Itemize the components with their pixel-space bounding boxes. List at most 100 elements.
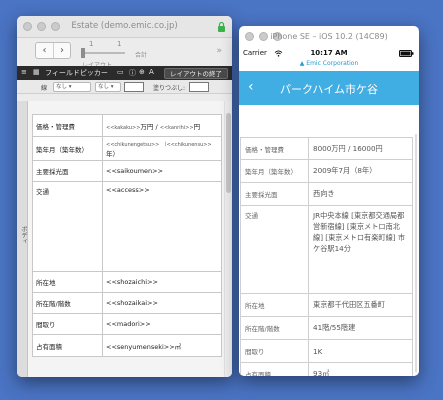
grid-icon[interactable]: ▦ — [33, 68, 40, 76]
field-picker-button[interactable]: フィールドピッカー — [45, 68, 108, 78]
field-label[interactable]: 価格・管理費 — [32, 114, 103, 137]
field-text: 円 — [193, 122, 201, 131]
scroll-indicator — [415, 134, 417, 372]
record-slider[interactable] — [81, 52, 125, 54]
line-style-select[interactable]: なし ▾ — [53, 82, 91, 92]
align-icon[interactable]: ≡ — [21, 68, 27, 76]
field-text: ㎡ — [174, 342, 182, 351]
field-value[interactable]: <<saikoumen>> — [102, 160, 222, 182]
field-value[interactable]: <<kakaku>>万円 / <<kanrihi>>円 — [102, 114, 222, 137]
kanrihi-field[interactable]: <<kanrihi>> — [160, 125, 194, 131]
table-row: 所在階/階数 <<shozaikai>> — [32, 292, 222, 314]
kakaku-field[interactable]: <<kakaku>> — [106, 125, 140, 131]
body-part-label: ボディ — [20, 226, 27, 244]
format-painter-icon[interactable]: ⊕ — [139, 68, 145, 76]
line-color-swatch[interactable] — [124, 82, 144, 92]
row-label: 築年月（築年数） — [240, 159, 309, 183]
app-subtitle: ▲ Emic Corporation — [239, 60, 419, 71]
line-width-select[interactable]: なし ▾ — [95, 82, 121, 92]
inspector-icon[interactable]: ⓘ — [129, 68, 136, 78]
field-label[interactable]: 交通 — [32, 181, 103, 272]
row-value: 西向き — [308, 182, 413, 206]
row-label: 占有面積 — [240, 362, 309, 376]
fill-label: 塗りつぶし: — [153, 85, 186, 92]
layout-window: Estate (demo.emic.co.jp) ‹ › 1 1 合計 レイアウ… — [17, 16, 232, 377]
field-value[interactable]: <<access>> — [102, 181, 222, 272]
header-title: パークハイム市ケ谷 — [279, 83, 378, 96]
layout-canvas: ボディ 価格・管理費 <<kakaku>>万円 / <<kanrihi>>円 築… — [17, 101, 232, 377]
record-number[interactable]: 1 — [89, 40, 93, 48]
row-value: 東京都千代田区五番町 — [308, 293, 413, 317]
table-row: 主要採光面 <<saikoumen>> — [32, 160, 222, 182]
record-slider-thumb[interactable] — [81, 48, 85, 58]
table-row: 占有面積 <<senyumenseki>>㎡ — [32, 334, 222, 357]
total-label: 合計 — [135, 52, 148, 59]
field-label[interactable]: 占有面積 — [32, 334, 103, 357]
row-label: 所在地 — [240, 293, 309, 317]
record-total: 1 — [117, 40, 122, 48]
field-label[interactable]: 所在地 — [32, 271, 103, 293]
table-row: 交通 <<access>> — [32, 181, 222, 272]
row-value: 1K — [308, 339, 413, 363]
chikunengetsu-field[interactable]: <<chikunengetsu>> — [106, 142, 159, 148]
title-bar: Estate (demo.emic.co.jp) — [17, 16, 232, 38]
field-value[interactable]: <<madori>> — [102, 313, 222, 335]
table-row: 価格・管理費 8000万円 / 16000円 — [240, 137, 413, 160]
table-row: 築年月（築年数） 2009年7月（8年） — [240, 159, 413, 183]
fill-color-swatch[interactable] — [189, 82, 209, 92]
row-label: 主要採光面 — [240, 182, 309, 206]
simulator-title: iPhone SE – iOS 10.2 (14C89) — [270, 32, 388, 41]
table-row: 間取り <<madori>> — [32, 313, 222, 335]
record-nav-buttons: ‹ › — [35, 42, 71, 59]
body-part-tab[interactable]: ボディ — [17, 101, 28, 377]
table-row: 間取り 1K — [240, 339, 413, 363]
text-format-icon[interactable]: A — [149, 68, 154, 76]
next-record-button[interactable]: › — [53, 43, 70, 58]
row-label: 間取り — [240, 339, 309, 363]
lock-icon: ▲ — [299, 60, 305, 67]
table-row: 交通 JR中央本線 [東京都交通局都営新宿線] [東京メトロ南北線] [東京メト… — [240, 205, 413, 294]
senyumenseki-field[interactable]: <<senyumenseki>> — [106, 343, 175, 351]
table-row: 占有面積 93㎡ — [240, 362, 413, 376]
company-name: Emic Corporation — [306, 60, 359, 67]
field-label[interactable]: 間取り — [32, 313, 103, 335]
row-value: JR中央本線 [東京都交通局都営新宿線] [東京メトロ南北線] [東京メトロ有楽… — [308, 205, 413, 294]
scrollbar-thumb[interactable] — [226, 113, 231, 193]
vertical-scrollbar[interactable] — [224, 101, 232, 377]
line-label: 線 — [41, 85, 48, 92]
record-navigation: ‹ › 1 1 合計 レイアウト » — [17, 38, 232, 69]
detail-table: 価格・管理費 8000万円 / 16000円 築年月（築年数） 2009年7月（… — [240, 137, 413, 376]
field-label[interactable]: 所在階/階数 — [32, 292, 103, 314]
field-value[interactable]: <<shozaichi>> — [102, 271, 222, 293]
field-value[interactable]: <<senyumenseki>>㎡ — [102, 334, 222, 357]
row-value: 41階/55階建 — [308, 316, 413, 340]
exit-layout-button[interactable]: レイアウトの終了 — [164, 67, 228, 79]
theme-icon[interactable]: ▭ — [117, 68, 124, 76]
row-label: 所在階/階数 — [240, 316, 309, 340]
clock: 10:17 AM — [310, 49, 348, 57]
nav-header: ‹ パークハイム市ケ谷 — [239, 71, 419, 105]
field-label[interactable]: 築年月（築年数） — [32, 136, 103, 161]
row-value: 93㎡ — [308, 362, 413, 376]
field-text: 万円 / — [140, 122, 160, 131]
table-row: 主要採光面 西向き — [240, 182, 413, 206]
lock-icon — [218, 21, 225, 32]
field-value[interactable]: <<chikunengetsu>> （<<chikunensu>> 年） — [102, 136, 222, 161]
row-label: 交通 — [240, 205, 309, 294]
row-label: 価格・管理費 — [240, 137, 309, 160]
field-label[interactable]: 主要採光面 — [32, 160, 103, 182]
layout-field-table: 価格・管理費 <<kakaku>>万円 / <<kanrihi>>円 築年月（築… — [32, 114, 222, 357]
previous-record-button[interactable]: ‹ — [36, 43, 53, 58]
row-value: 2009年7月（8年） — [308, 159, 413, 183]
chikunensu-field[interactable]: （<<chikunensu>> — [161, 142, 211, 148]
chevron-more-icon[interactable]: » — [216, 46, 222, 56]
field-text: 年） — [106, 149, 119, 158]
table-row: 価格・管理費 <<kakaku>>万円 / <<kanrihi>>円 — [32, 114, 222, 137]
field-value[interactable]: <<shozaikai>> — [102, 292, 222, 314]
simulator-window: iPhone SE – iOS 10.2 (14C89) Carrier 10:… — [239, 26, 419, 376]
battery-icon — [399, 50, 414, 57]
table-row: 所在地 <<shozaichi>> — [32, 271, 222, 293]
format-bar: 線 なし ▾ なし ▾ 塗りつぶし: — [17, 80, 232, 94]
layout-toolbar: ≡ ▦ フィールドピッカー ▭ ⓘ ⊕ A レイアウトの終了 — [17, 66, 232, 80]
row-value: 8000万円 / 16000円 — [308, 137, 413, 160]
